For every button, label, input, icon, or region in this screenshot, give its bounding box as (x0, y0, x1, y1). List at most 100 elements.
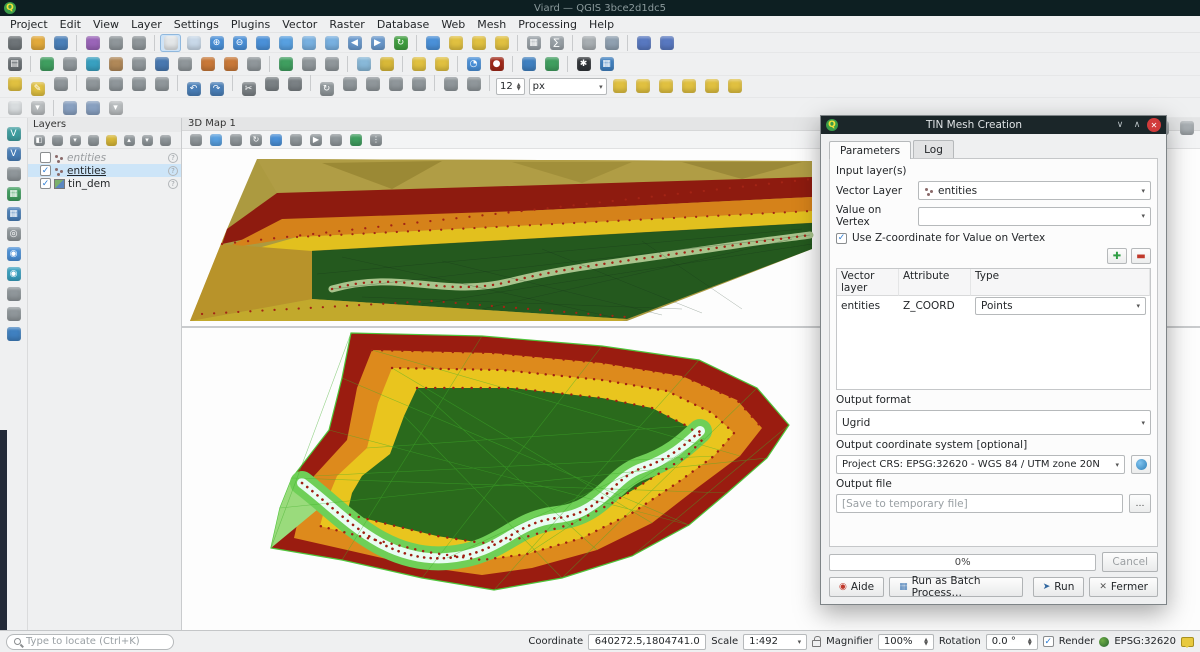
record-mode-icon[interactable]: ● (486, 55, 507, 73)
set-view-top-icon[interactable] (227, 132, 245, 148)
cut-features-icon[interactable]: ✂ (238, 80, 259, 98)
add-point-cloud-layer-icon[interactable] (105, 55, 126, 73)
spin-arrows-icon[interactable]: ▲▼ (517, 83, 521, 91)
refresh-map-icon[interactable]: ↻ (390, 34, 411, 52)
change-label-icon[interactable] (725, 77, 746, 95)
unit-combo[interactable]: px ▾ (529, 78, 607, 95)
layer-row-entities-hidden[interactable]: entities ? (28, 151, 181, 164)
annotation-icon[interactable]: V (3, 125, 24, 143)
rotation-spinbox[interactable]: 0.0 ° ▲▼ (986, 634, 1038, 650)
layer-labeling-icon[interactable] (408, 55, 429, 73)
add-part-icon[interactable] (385, 75, 406, 93)
add-ring-icon[interactable] (362, 75, 383, 93)
dialog-shade-icon[interactable]: ∧ (1130, 118, 1144, 132)
menu-raster[interactable]: Raster (323, 17, 370, 32)
plugin-manager-icon[interactable] (541, 55, 562, 73)
vector-edit-icon[interactable]: V (3, 145, 24, 163)
render-checkbox[interactable] (1043, 636, 1054, 647)
add-raster-layer-icon[interactable] (59, 55, 80, 73)
expand-all-icon[interactable]: ▴ (121, 133, 137, 148)
menu-view[interactable]: View (87, 17, 125, 32)
coordinate-capture-icon[interactable]: ◎ (3, 225, 24, 243)
manage-map-themes-icon[interactable]: ▾ (67, 133, 83, 148)
processing-toolbox-icon[interactable]: ▦ (596, 55, 617, 73)
menu-settings[interactable]: Settings (168, 17, 225, 32)
new-print-layout-icon[interactable] (105, 34, 126, 52)
layer-indicator-icon[interactable]: ? (168, 153, 178, 163)
collapse-all-icon[interactable]: ▾ (139, 133, 155, 148)
messages-icon[interactable] (1181, 637, 1194, 647)
layer-row-tin-dem[interactable]: tin_dem ? (28, 177, 181, 190)
rotate-scene-icon[interactable]: ↻ (247, 132, 265, 148)
vertex-tool-icon[interactable] (151, 75, 172, 93)
layer-visibility-checkbox[interactable] (40, 152, 51, 163)
layer-indicator-icon[interactable]: ? (168, 166, 178, 176)
pin-labels-icon[interactable] (633, 77, 654, 95)
add-postgis-layer-icon[interactable] (151, 55, 172, 73)
run-as-batch-button[interactable]: ▦ Run as Batch Process… (889, 577, 1023, 597)
magnifier-spinbox[interactable]: 100% ▲▼ (878, 634, 934, 650)
pan-to-selection-icon[interactable] (183, 34, 204, 52)
menu-web[interactable]: Web (435, 17, 471, 32)
dock-icon[interactable] (1176, 119, 1197, 137)
select-crs-button[interactable] (1131, 455, 1151, 474)
zoom-to-selection-icon[interactable] (298, 34, 319, 52)
animations-3d-icon[interactable]: ▶ (307, 132, 325, 148)
split-features-icon[interactable] (463, 75, 484, 93)
export-3d-icon[interactable] (347, 132, 365, 148)
offset-curve-icon[interactable] (440, 75, 461, 93)
crs-badge[interactable]: EPSG:32620 (1114, 636, 1176, 647)
highlight-pinned-labels-icon[interactable] (610, 77, 631, 95)
layer-visibility-checkbox[interactable] (40, 178, 51, 189)
geometry-checker-icon[interactable] (3, 165, 24, 183)
use-z-checkbox[interactable] (836, 233, 847, 244)
table-row[interactable]: entities Z_COORD Points ▾ (837, 296, 1150, 316)
add-spatialite-layer-icon[interactable] (174, 55, 195, 73)
filter-by-expression-icon[interactable] (103, 133, 119, 148)
menu-plugins[interactable]: Plugins (225, 17, 276, 32)
tab-parameters[interactable]: Parameters (829, 141, 911, 159)
dialog-titlebar[interactable]: Q TIN Mesh Creation ∨ ∧ ✕ (821, 116, 1166, 134)
copy-features-icon[interactable] (261, 75, 282, 93)
select-tool-dropdown-icon[interactable]: ▾ (27, 99, 48, 117)
filter-legend-icon[interactable] (85, 133, 101, 148)
zoom-out-icon[interactable]: ⊖ (229, 34, 250, 52)
zoom-to-layer-icon[interactable] (321, 34, 342, 52)
lock-scale-icon[interactable] (812, 640, 821, 647)
rotate-label-icon[interactable] (702, 77, 723, 95)
run-button[interactable]: ➤ Run (1033, 577, 1085, 597)
layout-manager-icon[interactable] (128, 34, 149, 52)
filter-map-icon[interactable] (376, 55, 397, 73)
paste-features-icon[interactable] (284, 75, 305, 93)
coordinate-input[interactable]: 640272.5,1804741.0 (588, 634, 706, 650)
value-on-vertex-combo[interactable]: ▾ (918, 207, 1151, 226)
show-bookmarks-icon[interactable] (656, 34, 677, 52)
undo-icon[interactable]: ↶ (183, 80, 204, 98)
new-bookmark-icon[interactable] (633, 34, 654, 52)
new-shapefile-layer-icon[interactable] (298, 55, 319, 73)
camera-control-icon[interactable] (187, 132, 205, 148)
tab-log[interactable]: Log (913, 140, 954, 158)
metasearch-icon[interactable]: ◉ (3, 265, 24, 283)
map-themes-icon[interactable] (353, 55, 374, 73)
move-label-icon[interactable] (679, 77, 700, 95)
field-calculator-icon[interactable]: ∑ (546, 34, 567, 52)
paste-style-icon[interactable] (82, 99, 103, 117)
zoom-native-icon[interactable] (252, 34, 273, 52)
measure-3d-icon[interactable] (287, 132, 305, 148)
menu-layer[interactable]: Layer (125, 17, 168, 32)
remove-row-button[interactable]: ▬ (1131, 248, 1151, 264)
vector-layer-combo[interactable]: entities ▾ (918, 181, 1151, 200)
select-tool-icon[interactable] (4, 99, 25, 117)
scale-combo[interactable]: 1:492▾ (743, 634, 807, 650)
zoom-next-icon[interactable]: ▶ (367, 34, 388, 52)
output-crs-combo[interactable]: Project CRS: EPSG:32620 - WGS 84 / UTM z… (836, 455, 1125, 474)
spin-arrows-icon[interactable]: ▲▼ (924, 638, 928, 646)
menu-mesh[interactable]: Mesh (471, 17, 512, 32)
dialog-menu-icon[interactable]: ∨ (1113, 118, 1127, 132)
add-wfs-layer-icon[interactable] (220, 55, 241, 73)
current-edits-icon[interactable] (4, 75, 25, 93)
mesh-calculator-icon[interactable]: ✱ (573, 55, 594, 73)
dialog-close-button[interactable]: ✕ (1147, 118, 1161, 132)
zoom-full-3d-icon[interactable] (207, 132, 225, 148)
